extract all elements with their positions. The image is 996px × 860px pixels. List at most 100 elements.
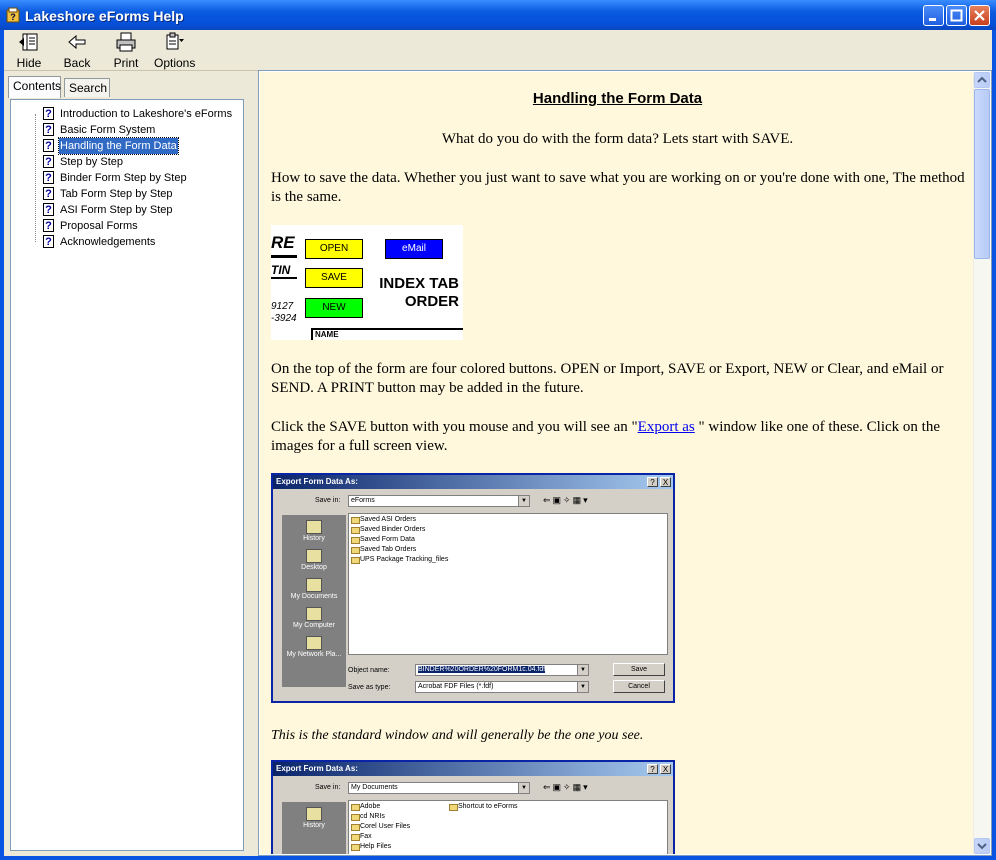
places-bar: History Desktop My Documents My Computer…: [282, 515, 346, 687]
save-in-label: Save in:: [315, 784, 341, 791]
pane-splitter[interactable]: [250, 72, 258, 856]
help-topic-icon: ?: [43, 187, 54, 200]
chevron-down-icon: [977, 843, 987, 850]
history-icon: [306, 807, 322, 821]
place-history: History: [282, 520, 346, 542]
network-icon: [306, 636, 322, 650]
minimize-icon: [929, 18, 936, 21]
help-topic-icon: ?: [43, 235, 54, 248]
maximize-button[interactable]: [946, 5, 967, 26]
help-topic-icon: ?: [43, 171, 54, 184]
printer-icon: [116, 32, 136, 52]
hide-button[interactable]: Hide: [14, 32, 44, 70]
phone-line-2: -3924: [271, 313, 297, 324]
object-name-label: Object name:: [348, 667, 390, 674]
window-title: Lakeshore eForms Help: [25, 8, 184, 24]
caption-standard-window: This is the standard window and will gen…: [271, 728, 644, 743]
back-button[interactable]: Back: [62, 32, 92, 70]
navigation-pane: Contents Search ? Introduction to Lakesho…: [4, 72, 250, 856]
list-item: Saved Form Data: [351, 536, 415, 544]
svg-text:?: ?: [10, 12, 16, 22]
dialog-cancel-button: Cancel: [613, 680, 665, 693]
help-window: ? Lakeshore eForms Help Hide Back Print …: [0, 0, 996, 860]
vertical-scrollbar[interactable]: [973, 72, 990, 854]
tab-search[interactable]: Search: [64, 78, 110, 97]
export-dialog-screenshot-1[interactable]: Export Form Data As: ? X Save in: eForms…: [271, 473, 675, 703]
client-area: Hide Back Print Options Contents Search …: [4, 30, 992, 856]
scroll-up-button[interactable]: [974, 72, 990, 88]
topic-pane: Handling the Form Data What do you do wi…: [258, 70, 992, 856]
place-history: History: [282, 807, 346, 829]
list-item: Shortcut to eForms: [449, 803, 518, 811]
save-as-type-label: Save as type:: [348, 684, 391, 691]
desktop-icon: [306, 549, 322, 563]
options-button[interactable]: Options: [154, 32, 196, 70]
file-list: Adobe cd NRIs Corel User Files Fax Help …: [348, 800, 668, 854]
back-arrow-icon: [68, 34, 86, 50]
object-name-field: BINDER%20ORDER%20FORM1c.04.fdf ▼: [415, 664, 589, 676]
options-label: Options: [154, 56, 196, 70]
export-as-link[interactable]: Export as: [638, 419, 695, 435]
scroll-down-button[interactable]: [974, 838, 990, 854]
dialog-title: Export Form Data As:: [273, 762, 673, 776]
options-icon: [166, 32, 184, 50]
dialog-help-button: ?: [647, 764, 658, 774]
logo-fragment: RE: [271, 233, 295, 252]
logo-rule-2: [271, 277, 297, 279]
phone-line-1: 9127: [271, 301, 294, 312]
dialog-nav-icons: ⇐▣✧▦▾: [543, 782, 590, 792]
name-label: NAME: [315, 330, 339, 339]
list-item: UPS Package Tracking_files: [351, 556, 448, 564]
list-item: Fax: [351, 833, 372, 841]
tree-line: [35, 114, 36, 242]
hide-icon: [19, 33, 38, 51]
minimize-button[interactable]: [923, 5, 944, 26]
form-header-image[interactable]: RE TIN 9127 -3924 OPEN SAVE NEW eMail IN…: [271, 225, 463, 340]
list-item: Help Files: [351, 843, 391, 851]
topic-content: Handling the Form Data What do you do wi…: [260, 72, 975, 854]
tab-contents[interactable]: Contents: [8, 76, 61, 98]
close-icon: [974, 10, 985, 21]
dialog-close-button: X: [660, 764, 671, 774]
chevron-up-icon: [977, 76, 987, 83]
save-in-label: Save in:: [315, 497, 341, 504]
place-network: My Network Pla...: [282, 636, 346, 658]
close-button[interactable]: [969, 5, 990, 26]
paragraph-save-method: How to save the data. Whether you just w…: [271, 170, 965, 205]
help-book-icon: ?: [6, 7, 20, 23]
back-label: Back: [63, 56, 91, 70]
email-button: eMail: [385, 239, 443, 259]
history-icon: [306, 520, 322, 534]
help-topic-icon: ?: [43, 107, 54, 120]
dialog-help-button: ?: [647, 477, 658, 487]
print-button[interactable]: Print: [111, 32, 141, 70]
place-my-computer: My Computer: [282, 607, 346, 629]
toolbar: Hide Back Print Options: [4, 30, 992, 71]
page-title: Handling the Form Data: [532, 90, 703, 107]
save-button: SAVE: [305, 268, 363, 288]
file-list: Saved ASI Orders Saved Binder Orders Sav…: [348, 513, 668, 655]
computer-icon: [306, 607, 322, 621]
save-as-type-combo: Acrobat FDF Files (*.fdf) ▼: [415, 681, 589, 693]
list-item: cd NRIs: [351, 813, 385, 821]
dialog-save-button: Save: [613, 663, 665, 676]
intro-text: What do you do with the form data? Lets …: [441, 131, 794, 147]
open-button: OPEN: [305, 239, 363, 259]
list-item: Adobe: [351, 803, 380, 811]
scroll-thumb[interactable]: [974, 89, 990, 259]
save-in-combo: eForms ▼: [348, 495, 530, 507]
maximize-icon: [950, 9, 963, 22]
paragraph-colored-buttons: On the top of the form are four colored …: [271, 361, 944, 396]
list-item: Corel User Files: [351, 823, 410, 831]
export-dialog-screenshot-2[interactable]: Export Form Data As: ? X Save in: My Doc…: [271, 760, 675, 854]
logo-fragment-2: TIN: [271, 263, 291, 277]
new-button: NEW: [305, 298, 363, 318]
hide-label: Hide: [16, 56, 42, 70]
dialog-close-button: X: [660, 477, 671, 487]
save-in-combo: My Documents ▼: [348, 782, 530, 794]
help-topic-icon: ?: [43, 139, 54, 152]
name-tick: [311, 328, 313, 340]
dialog-title: Export Form Data As:: [273, 475, 673, 489]
list-item: Saved Tab Orders: [351, 546, 416, 554]
title-bar[interactable]: ? Lakeshore eForms Help: [0, 0, 996, 30]
